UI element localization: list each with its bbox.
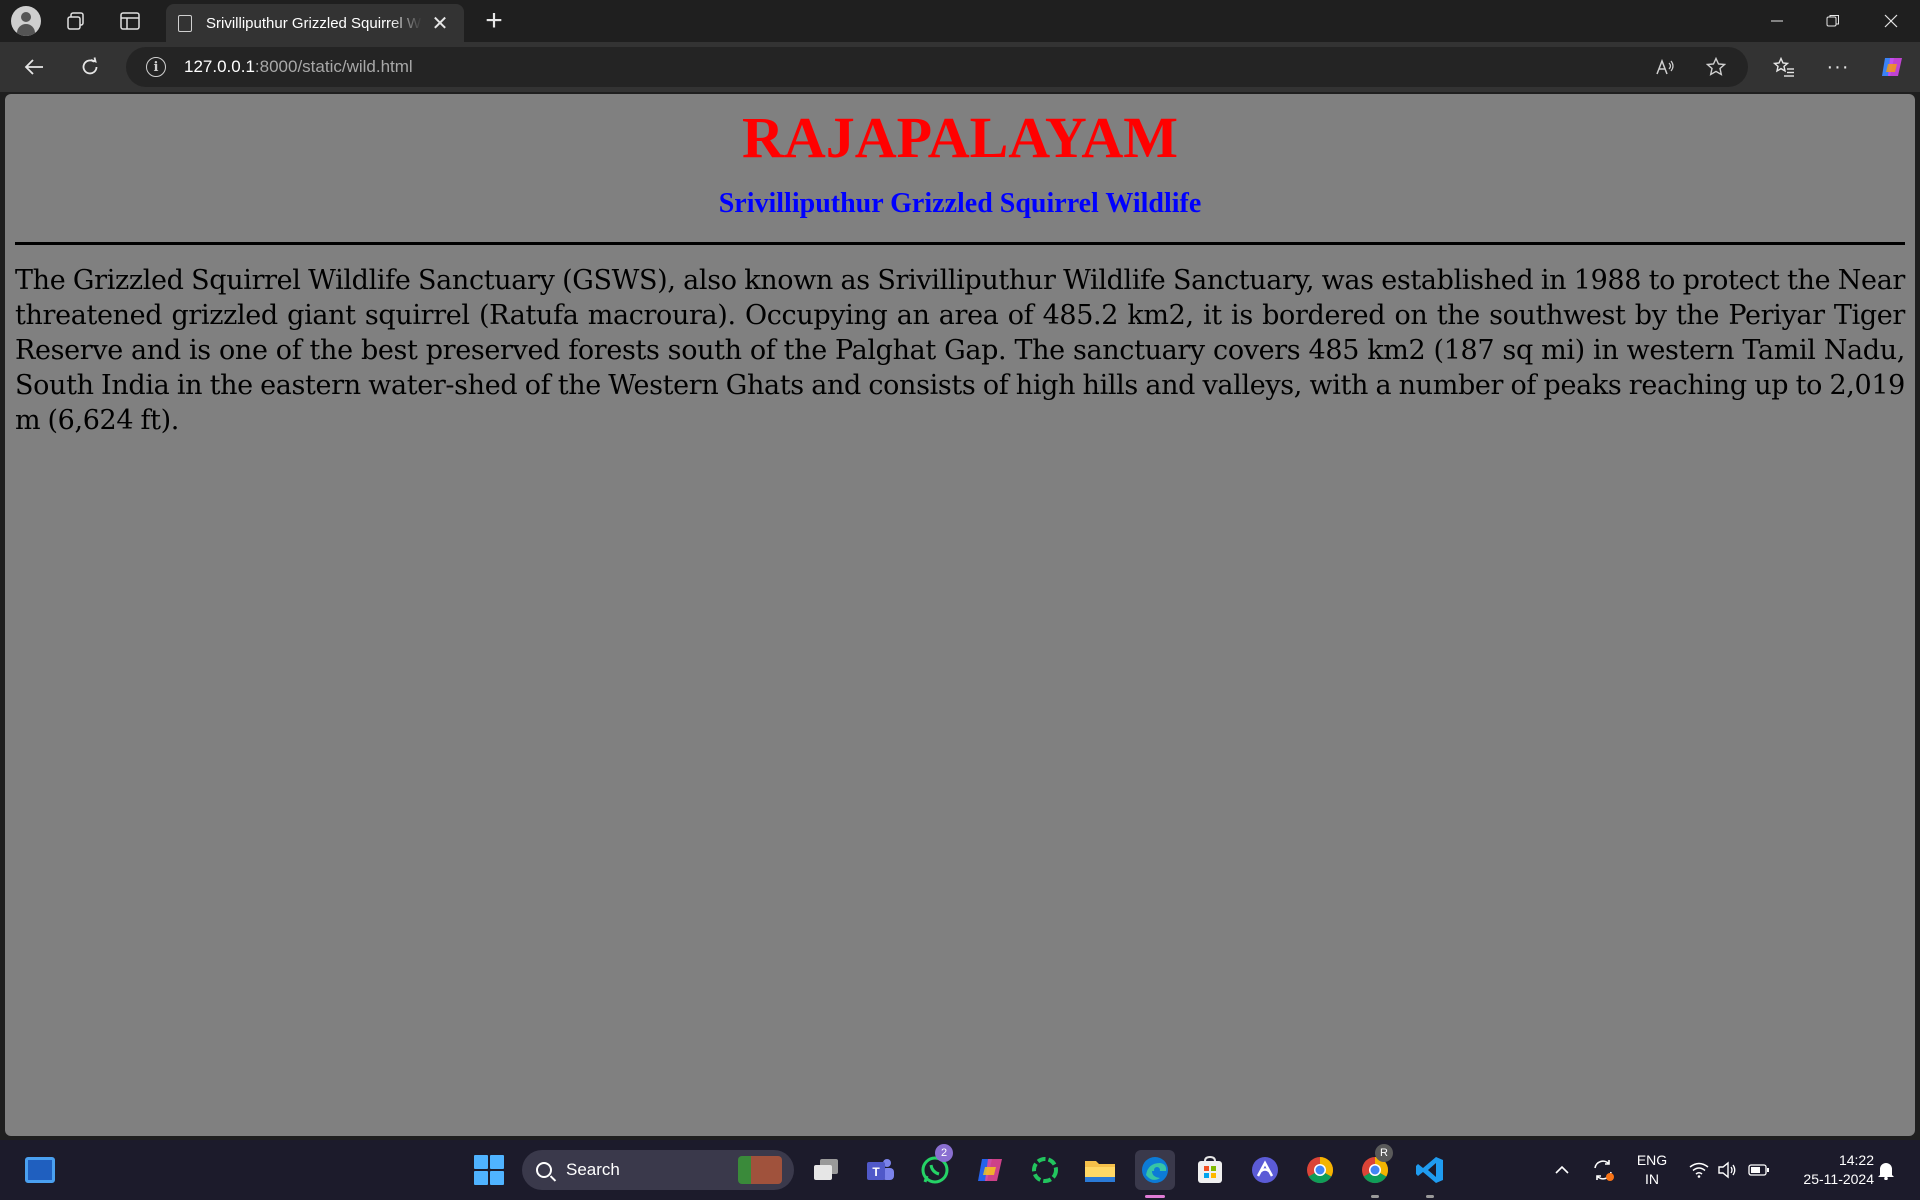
browser-title-bar: Srivilliputhur Grizzled Squirrel Wildlif… bbox=[0, 0, 1920, 42]
app-ring-icon bbox=[1032, 1157, 1058, 1183]
search-highlight-icon bbox=[738, 1156, 782, 1184]
arc-button[interactable] bbox=[1245, 1150, 1285, 1190]
workspaces-icon bbox=[67, 12, 84, 30]
whatsapp-unread-badge: 2 bbox=[935, 1144, 953, 1162]
refresh-icon bbox=[82, 57, 98, 75]
url-path: :8000/static/wild.html bbox=[254, 57, 413, 76]
vertical-tabs-icon bbox=[120, 12, 140, 30]
search-label: Search bbox=[566, 1160, 620, 1179]
new-tab-button[interactable]: + bbox=[476, 4, 512, 38]
taskbar-search[interactable]: Search bbox=[522, 1150, 794, 1190]
browser-toolbar: i 127.0.0.1:8000/static/wild.html ··· bbox=[0, 42, 1920, 92]
copilot-app-icon bbox=[978, 1159, 1002, 1181]
read-aloud-button[interactable] bbox=[1650, 51, 1682, 83]
workspaces-button[interactable] bbox=[56, 6, 96, 36]
input-language-button[interactable]: ENG IN bbox=[1630, 1140, 1674, 1200]
show-hidden-icons-button[interactable] bbox=[1548, 1140, 1576, 1200]
language-primary: ENG bbox=[1636, 1152, 1668, 1168]
speaker-icon bbox=[1718, 1161, 1736, 1179]
volume-button[interactable] bbox=[1712, 1140, 1742, 1200]
sync-icon bbox=[1594, 1160, 1614, 1181]
store-icon bbox=[1198, 1155, 1222, 1183]
notifications-button[interactable] bbox=[1868, 1140, 1904, 1200]
site-info-icon[interactable]: i bbox=[146, 57, 166, 77]
url-host: 127.0.0.1 bbox=[184, 57, 255, 76]
language-secondary: IN bbox=[1645, 1171, 1659, 1187]
whatsapp-button[interactable]: 2 bbox=[915, 1144, 955, 1190]
close-icon bbox=[1884, 14, 1898, 28]
teams-icon: T bbox=[867, 1159, 894, 1180]
favorites-list-icon bbox=[1773, 57, 1794, 77]
page-subheading: Srivilliputhur Grizzled Squirrel Wildlif… bbox=[718, 187, 1202, 219]
windows-logo-icon bbox=[474, 1155, 504, 1185]
profile-avatar-icon bbox=[11, 6, 41, 36]
tab-actions-button[interactable] bbox=[110, 6, 150, 36]
widgets-button[interactable] bbox=[20, 1150, 60, 1190]
page-document-icon bbox=[178, 14, 192, 32]
file-explorer-icon bbox=[1085, 1161, 1115, 1182]
web-page-viewport[interactable]: RAJAPALAYAM Srivilliputhur Grizzled Squi… bbox=[5, 94, 1915, 1136]
arc-icon bbox=[1252, 1157, 1278, 1183]
tab-close-icon[interactable]: ✕ bbox=[428, 11, 452, 36]
settings-more-button[interactable]: ··· bbox=[1820, 51, 1856, 83]
windows-taskbar: Search T 2 R ENG IN 14:22 25-11-2024 bbox=[0, 1140, 1920, 1200]
battery-icon bbox=[1748, 1164, 1769, 1176]
url-text[interactable]: 127.0.0.1:8000/static/wild.html bbox=[184, 57, 413, 77]
clock-button[interactable]: 14:22 25-11-2024 bbox=[1780, 1140, 1874, 1200]
page-heading: RAJAPALAYAM bbox=[741, 105, 1179, 170]
ring-app-button[interactable] bbox=[1025, 1150, 1065, 1190]
chevron-up-icon bbox=[1555, 1165, 1569, 1174]
minimize-icon bbox=[1771, 20, 1783, 22]
chrome-icon bbox=[1307, 1157, 1334, 1184]
profile-button[interactable] bbox=[6, 6, 46, 36]
arrow-left-icon bbox=[24, 59, 43, 75]
task-view-icon bbox=[814, 1159, 838, 1180]
copilot-button[interactable] bbox=[1874, 51, 1910, 83]
sync-status-button[interactable] bbox=[1588, 1140, 1618, 1200]
wifi-icon bbox=[1689, 1162, 1709, 1178]
teams-button[interactable]: T bbox=[860, 1150, 900, 1190]
chrome-profile-badge: R bbox=[1375, 1144, 1393, 1162]
star-icon bbox=[1706, 57, 1726, 76]
more-horizontal-icon: ··· bbox=[1826, 55, 1850, 78]
chrome-button[interactable] bbox=[1300, 1150, 1340, 1190]
restore-icon bbox=[1826, 15, 1839, 27]
address-bar[interactable]: i 127.0.0.1:8000/static/wild.html bbox=[126, 47, 1748, 87]
bell-icon bbox=[1878, 1163, 1894, 1180]
description-paragraph: The Grizzled Squirrel Wildlife Sanctuary… bbox=[15, 264, 1905, 436]
start-button[interactable] bbox=[469, 1150, 509, 1190]
edge-button[interactable] bbox=[1135, 1150, 1175, 1198]
file-explorer-button[interactable] bbox=[1080, 1150, 1120, 1190]
vscode-running-indicator bbox=[1426, 1195, 1434, 1198]
favorites-button[interactable] bbox=[1766, 51, 1802, 83]
window-restore-button[interactable] bbox=[1804, 0, 1862, 42]
widgets-icon bbox=[25, 1157, 55, 1183]
chrome-running-indicator bbox=[1371, 1195, 1379, 1198]
window-minimize-button[interactable] bbox=[1748, 0, 1806, 42]
copilot-icon bbox=[1882, 58, 1902, 76]
network-button[interactable] bbox=[1684, 1140, 1714, 1200]
chrome-profile-button[interactable]: R bbox=[1355, 1144, 1395, 1198]
clock-date: 25-11-2024 bbox=[1803, 1171, 1874, 1187]
horizontal-rule bbox=[15, 241, 1905, 245]
vscode-icon bbox=[1416, 1157, 1443, 1183]
add-favorite-button[interactable] bbox=[1700, 51, 1732, 83]
reload-button[interactable] bbox=[72, 51, 108, 83]
tab-title: Srivilliputhur Grizzled Squirrel Wildlif… bbox=[206, 14, 422, 32]
task-view-button[interactable] bbox=[806, 1150, 846, 1190]
store-button[interactable] bbox=[1190, 1150, 1230, 1190]
window-close-button[interactable] bbox=[1862, 0, 1920, 42]
search-icon bbox=[536, 1162, 552, 1178]
vscode-button[interactable] bbox=[1410, 1150, 1450, 1198]
back-button[interactable] bbox=[16, 51, 52, 83]
copilot-app-button[interactable] bbox=[970, 1150, 1010, 1190]
edge-active-indicator bbox=[1145, 1195, 1165, 1198]
read-aloud-icon bbox=[1656, 58, 1674, 75]
edge-icon bbox=[1142, 1157, 1168, 1183]
browser-tab-active[interactable]: Srivilliputhur Grizzled Squirrel Wildlif… bbox=[166, 4, 464, 42]
battery-button[interactable] bbox=[1744, 1140, 1774, 1200]
svg-text:T: T bbox=[872, 1165, 880, 1179]
